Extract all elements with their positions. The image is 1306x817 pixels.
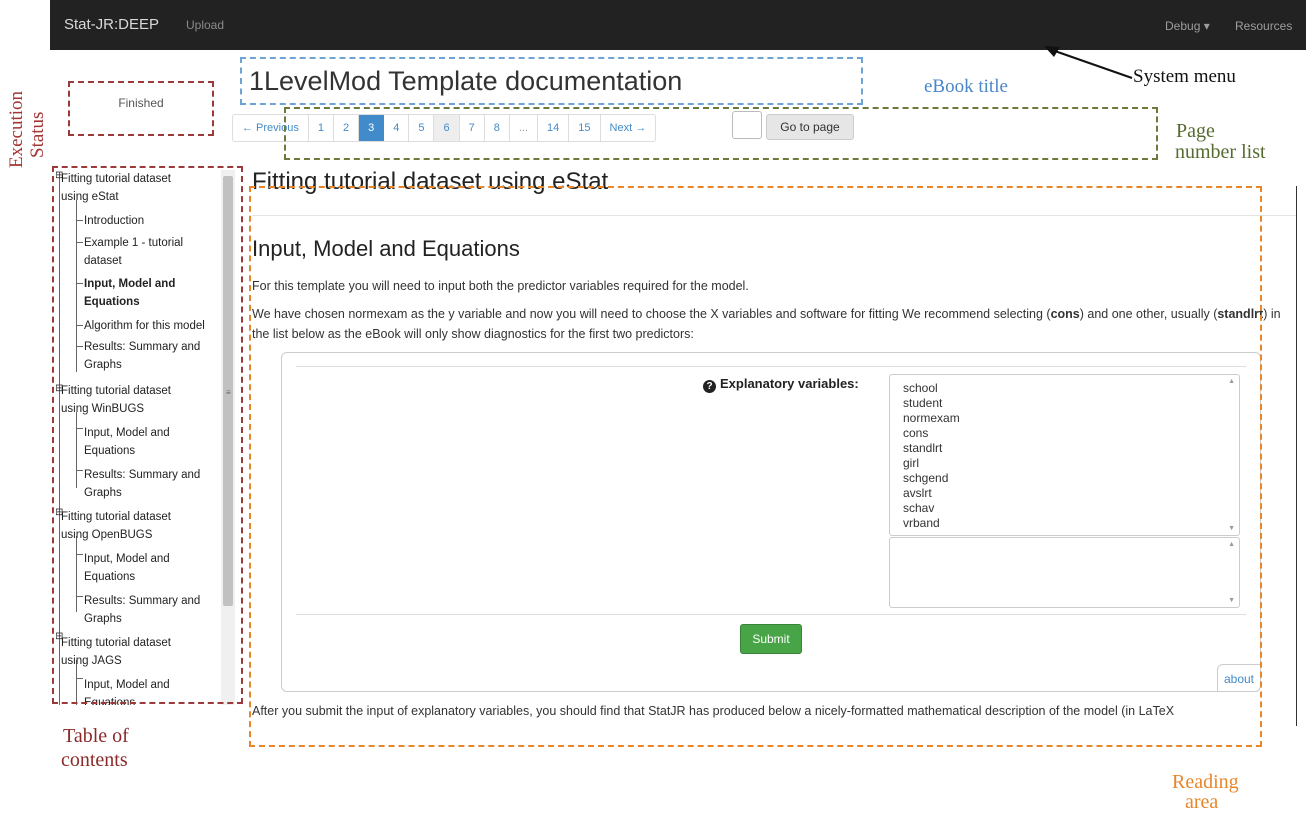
system-menu-arrow-icon	[1044, 46, 1133, 79]
annotation-box-reading-area	[249, 186, 1262, 747]
annotation-contents: contents	[61, 749, 128, 771]
annotation-box-page-list	[284, 107, 1158, 160]
annotation-table-of: Table of	[63, 725, 129, 747]
annotation-system-menu: System menu	[1133, 66, 1236, 87]
annotation-ebook-title: eBook title	[924, 76, 1008, 97]
divider	[1296, 186, 1297, 726]
annotation-box-toc	[52, 166, 243, 704]
annotation-box-execution-status	[68, 81, 214, 136]
annotation-page: Page	[1176, 120, 1215, 142]
upload-link[interactable]: Upload	[186, 18, 224, 32]
annotation-number-list: number list	[1175, 141, 1266, 163]
debug-menu[interactable]: Debug ▾	[1165, 19, 1210, 33]
annotation-area: area	[1185, 791, 1219, 813]
annotation-status: Status	[27, 111, 48, 158]
annotation-execution: Execution	[6, 90, 27, 168]
annotation-box-ebook-title	[240, 57, 863, 105]
app-brand[interactable]: Stat-JR:DEEP	[64, 16, 159, 33]
resources-menu[interactable]: Resources	[1235, 19, 1292, 33]
